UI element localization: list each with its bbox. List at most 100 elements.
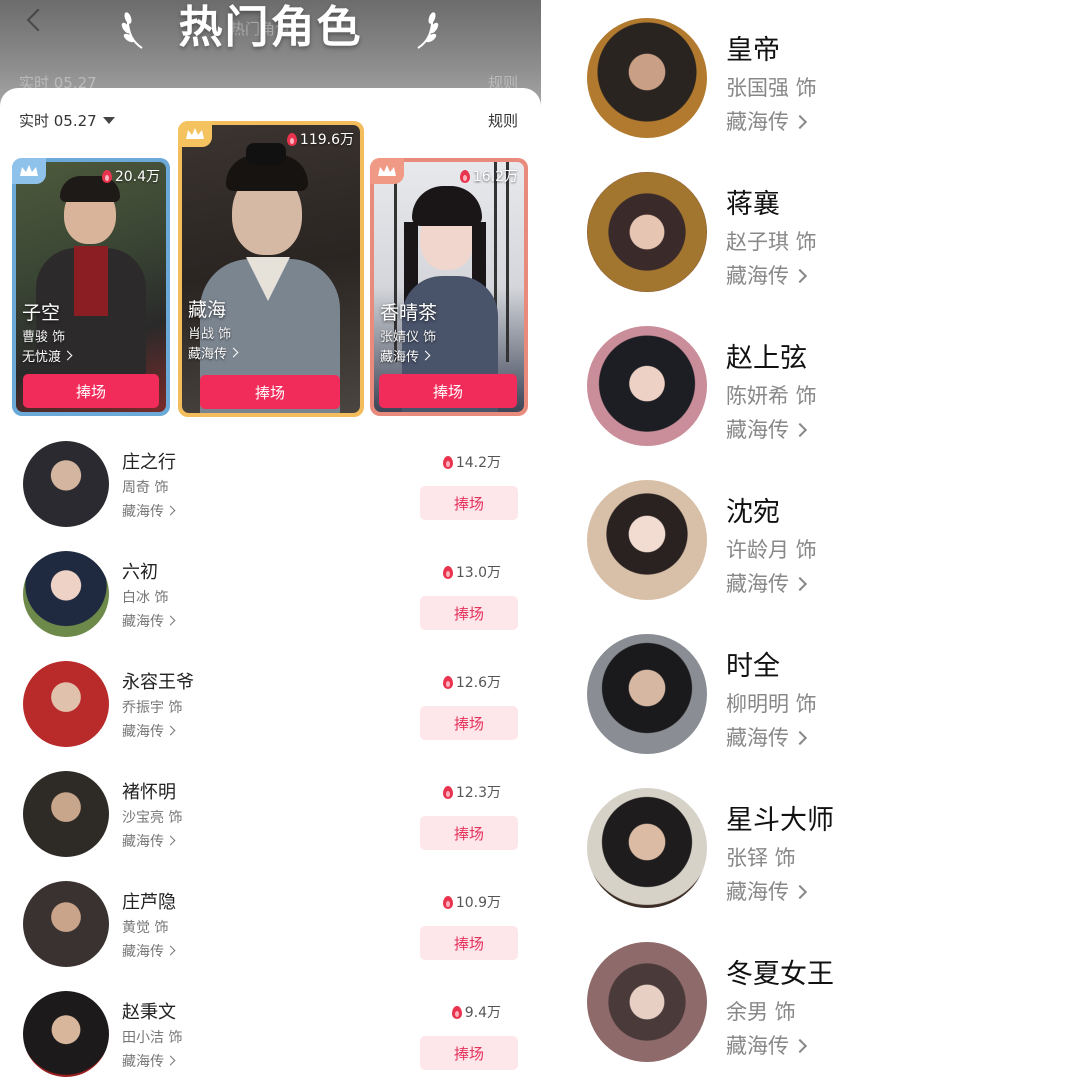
list-item[interactable]: 赵上弦 陈妍希 饰 藏海传 xyxy=(541,326,1080,480)
drama-link[interactable]: 藏海传 xyxy=(726,106,808,136)
cheer-button[interactable]: 捧场 xyxy=(379,374,517,408)
list-item[interactable]: 冬夏女王 余男 饰 藏海传 xyxy=(541,942,1080,1080)
drama-link[interactable]: 无忧渡 xyxy=(22,346,73,365)
character-name: 沈宛 xyxy=(726,497,780,528)
rules-link[interactable]: 规则 xyxy=(488,110,518,131)
drama-link[interactable]: 藏海传 xyxy=(726,722,808,752)
caret-down-icon xyxy=(102,117,115,124)
drama-link[interactable]: 藏海传 xyxy=(122,831,176,851)
flame-icon xyxy=(442,895,453,909)
heat-count: 119.6万 xyxy=(286,129,354,149)
actor-name: 乔振宇 饰 xyxy=(122,700,183,716)
chevron-right-icon xyxy=(792,576,808,591)
actor-name: 柳明明 饰 xyxy=(726,692,817,716)
avatar xyxy=(587,788,707,908)
cheer-button[interactable]: 捧场 xyxy=(420,486,518,520)
list-item[interactable]: 六初 白冰 饰 藏海传 13.0万 捧场 xyxy=(0,551,541,661)
flame-icon xyxy=(286,132,297,146)
heat-count: 10.9万 xyxy=(442,892,501,912)
flame-icon xyxy=(442,675,453,689)
top-card-rank-2[interactable]: 20.4万 子空 曹骏 饰 无忧渡 捧场 xyxy=(12,158,170,416)
flame-icon xyxy=(442,785,453,799)
heat-count: 20.4万 xyxy=(101,166,160,186)
avatar xyxy=(23,551,109,637)
flame-icon xyxy=(442,565,453,579)
drama-link[interactable]: 藏海传 xyxy=(380,346,431,365)
character-name: 藏海 xyxy=(188,299,227,321)
actor-name: 周奇 饰 xyxy=(122,480,169,496)
list-item[interactable]: 赵秉文 田小洁 饰 藏海传 9.4万 捧场 xyxy=(0,991,541,1080)
chevron-right-icon xyxy=(165,615,176,625)
top-card-rank-1[interactable]: 119.6万 藏海 肖战 饰 藏海传 捧场 xyxy=(178,121,364,417)
drama-link[interactable]: 藏海传 xyxy=(122,721,176,741)
drama-link[interactable]: 藏海传 xyxy=(726,1030,808,1060)
character-name: 六初 xyxy=(122,562,158,583)
cheer-button[interactable]: 捧场 xyxy=(420,816,518,850)
drama-link[interactable]: 藏海传 xyxy=(122,1051,176,1071)
list-item[interactable]: 蒋襄 赵子琪 饰 藏海传 xyxy=(541,172,1080,326)
chevron-right-icon xyxy=(792,1038,808,1053)
character-name: 香晴茶 xyxy=(380,302,438,324)
avatar xyxy=(23,661,109,747)
drama-link[interactable]: 藏海传 xyxy=(726,876,808,906)
list-item[interactable]: 庄之行 周奇 饰 藏海传 14.2万 捧场 xyxy=(0,441,541,551)
realtime-date-selector[interactable]: 实时 05.27 xyxy=(19,110,115,131)
avatar xyxy=(587,634,707,754)
drama-link[interactable]: 藏海传 xyxy=(726,260,808,290)
flame-icon xyxy=(101,169,112,183)
cheer-button[interactable]: 捧场 xyxy=(23,374,159,408)
avatar xyxy=(587,326,707,446)
list-item[interactable]: 永容王爷 乔振宇 饰 藏海传 12.6万 捧场 xyxy=(0,661,541,771)
character-name: 褚怀明 xyxy=(122,782,176,803)
drama-link[interactable]: 藏海传 xyxy=(122,941,176,961)
crown-icon xyxy=(370,158,404,184)
hot-characters-panel: 热门角色 实时 05.27 规则 热门角色 实时 05.27 规则 20.4万 … xyxy=(0,0,541,1080)
cheer-button[interactable]: 捧场 xyxy=(420,926,518,960)
character-name: 星斗大师 xyxy=(726,805,834,836)
avatar xyxy=(23,881,109,967)
top-card-rank-3[interactable]: 16.2万 香晴茶 张婧仪 饰 藏海传 捧场 xyxy=(370,158,528,416)
cheer-button[interactable]: 捧场 xyxy=(200,375,340,409)
chevron-right-icon xyxy=(228,347,239,358)
chevron-right-icon xyxy=(792,422,808,437)
actor-name: 田小洁 饰 xyxy=(122,1030,183,1046)
list-item[interactable]: 庄芦隐 黄觉 饰 藏海传 10.9万 捧场 xyxy=(0,881,541,991)
avatar xyxy=(23,991,109,1077)
list-item[interactable]: 星斗大师 张铎 饰 藏海传 xyxy=(541,788,1080,942)
chevron-right-icon xyxy=(792,884,808,899)
list-item[interactable]: 皇帝 张国强 饰 藏海传 xyxy=(541,18,1080,172)
drama-link[interactable]: 藏海传 xyxy=(122,501,176,521)
chevron-right-icon xyxy=(792,730,808,745)
cheer-button[interactable]: 捧场 xyxy=(420,1036,518,1070)
heat-count: 16.2万 xyxy=(459,166,518,186)
cheer-button[interactable]: 捧场 xyxy=(420,706,518,740)
realtime-label: 实时 05.27 xyxy=(19,112,97,130)
list-item[interactable]: 褚怀明 沙宝亮 饰 藏海传 12.3万 捧场 xyxy=(0,771,541,881)
drama-link[interactable]: 藏海传 xyxy=(726,568,808,598)
avatar xyxy=(587,480,707,600)
drama-link[interactable]: 藏海传 xyxy=(726,414,808,444)
list-item[interactable]: 时全 柳明明 饰 藏海传 xyxy=(541,634,1080,788)
chevron-right-icon xyxy=(165,725,176,735)
chevron-right-icon xyxy=(165,505,176,515)
character-name: 皇帝 xyxy=(726,35,780,66)
actor-name: 曹骏 饰 xyxy=(22,330,66,345)
flame-icon xyxy=(442,455,453,469)
drama-link[interactable]: 藏海传 xyxy=(188,343,239,362)
actor-name: 张国强 饰 xyxy=(726,76,817,100)
avatar xyxy=(23,771,109,857)
list-item[interactable]: 沈宛 许龄月 饰 藏海传 xyxy=(541,480,1080,634)
heat-count: 13.0万 xyxy=(442,562,501,582)
crown-icon xyxy=(178,121,212,147)
heat-count: 12.3万 xyxy=(442,782,501,802)
character-name: 子空 xyxy=(22,302,61,324)
actor-name: 张婧仪 饰 xyxy=(380,330,437,345)
character-name: 蒋襄 xyxy=(726,189,780,220)
character-name: 庄芦隐 xyxy=(122,892,176,913)
character-name: 赵秉文 xyxy=(122,1002,176,1023)
drama-link[interactable]: 藏海传 xyxy=(122,611,176,631)
avatar xyxy=(587,172,707,292)
flame-icon xyxy=(451,1005,462,1019)
heat-count: 12.6万 xyxy=(442,672,501,692)
cheer-button[interactable]: 捧场 xyxy=(420,596,518,630)
